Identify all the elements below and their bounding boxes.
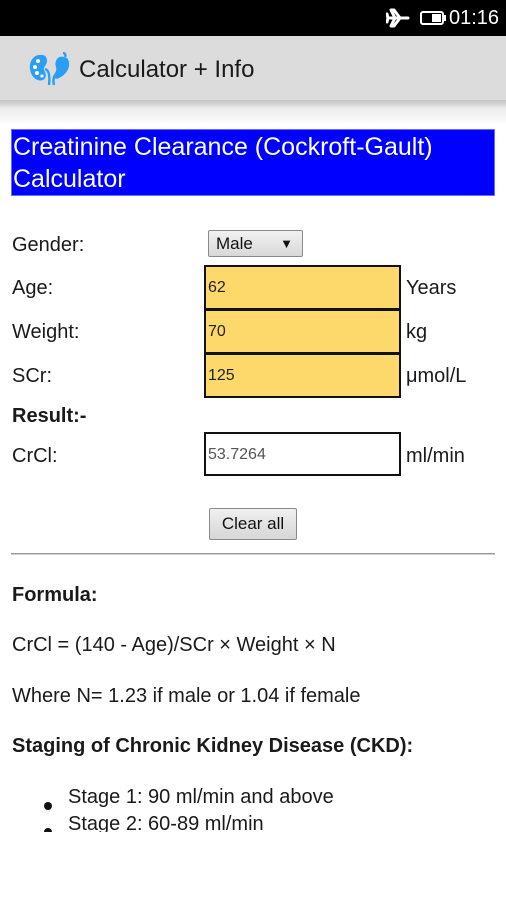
list-item: Stage 1: 90 ml/min and above <box>68 786 334 808</box>
age-label: Age: <box>12 277 54 299</box>
weight-label: Weight: <box>12 321 80 343</box>
scr-label: SCr: <box>12 365 52 387</box>
dropdown-arrow-icon: ▼ <box>280 236 293 251</box>
result-heading: Result:- <box>12 405 87 427</box>
scr-unit: μmol/L <box>406 365 467 387</box>
status-bar: 01:16 <box>0 0 506 36</box>
gender-selected-value: Male <box>216 234 253 253</box>
gender-label: Gender: <box>12 234 85 256</box>
battery-icon <box>420 11 446 25</box>
clear-all-button[interactable]: Clear all <box>209 508 297 540</box>
app-title: Calculator + Info <box>79 56 255 83</box>
kidney-icon <box>29 52 70 86</box>
age-input[interactable]: 62 <box>204 265 401 310</box>
formula-text: CrCl = (140 - Age)/SCr × Weight × N <box>12 634 336 656</box>
formula-where-text: Where N= 1.23 if male or 1.04 if female <box>12 685 361 707</box>
weight-unit: kg <box>406 321 428 343</box>
list-bullet <box>44 828 52 832</box>
scr-input[interactable]: 125 <box>204 353 401 398</box>
crcl-unit: ml/min <box>406 445 465 467</box>
crcl-result-field[interactable]: 53.7264 <box>204 432 401 476</box>
list-bullet <box>44 802 52 810</box>
gender-select[interactable]: Male ▼ <box>208 230 303 257</box>
action-bar-shadow <box>0 100 506 126</box>
crcl-label: CrCl: <box>12 445 58 467</box>
list-item: Stage 2: 60-89 ml/min <box>68 813 264 832</box>
clock: 01:16 <box>449 7 500 29</box>
divider <box>11 553 495 555</box>
staging-heading: Staging of Chronic Kidney Disease (CKD): <box>12 735 414 757</box>
calculator-heading: Creatinine Clearance (Cockroft-Gault) Ca… <box>11 129 495 196</box>
age-unit: Years <box>406 277 457 299</box>
staging-list: Stage 1: 90 ml/min and above Stage 2: 60… <box>0 780 506 832</box>
weight-input[interactable]: 70 <box>204 309 401 354</box>
airplane-mode-icon <box>386 8 410 28</box>
formula-heading: Formula: <box>12 584 98 606</box>
